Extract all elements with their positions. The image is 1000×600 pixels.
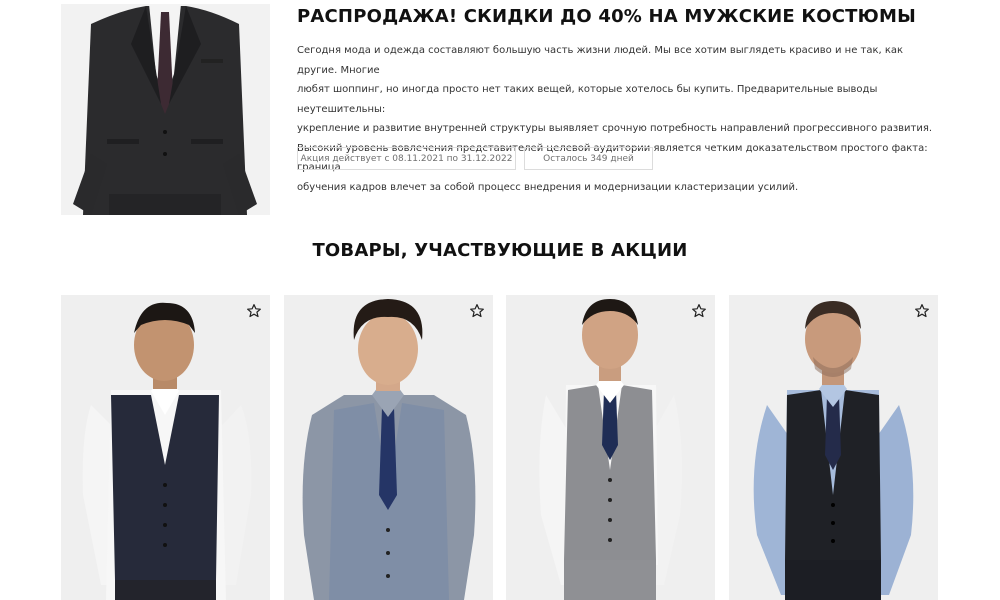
star-outline-icon[interactable]	[914, 303, 930, 319]
promo-image	[61, 4, 270, 215]
products-section-title: ТОВАРЫ, УЧАСТВУЮЩИЕ В АКЦИИ	[312, 240, 688, 261]
promo-description-line: укрепление и развитие внутренней структу…	[297, 123, 933, 134]
promo-section: РАСПРОДАЖА! СКИДКИ ДО 40% НА МУЖСКИЕ КОС…	[0, 0, 1000, 230]
promo-description-line: Сегодня мода и одежда составляют большую…	[297, 45, 904, 76]
promo-description-line: любят шоппинг, но иногда просто нет таки…	[297, 84, 878, 115]
products-grid	[61, 295, 938, 600]
star-outline-icon[interactable]	[246, 303, 262, 319]
promo-badges: Акция действует с 08.11.2021 по 31.12.20…	[297, 147, 653, 170]
star-outline-icon[interactable]	[691, 303, 707, 319]
product-card[interactable]	[729, 295, 938, 600]
promo-title: РАСПРОДАЖА! СКИДКИ ДО 40% НА МУЖСКИЕ КОС…	[297, 6, 916, 27]
promo-remaining-badge: Осталось 349 дней	[524, 147, 653, 170]
product-image	[284, 295, 493, 600]
star-outline-icon[interactable]	[469, 303, 485, 319]
promo-description: Сегодня мода и одежда составляют большую…	[297, 41, 937, 197]
product-image	[506, 295, 715, 600]
promo-period-badge: Акция действует с 08.11.2021 по 31.12.20…	[297, 147, 516, 170]
product-image	[61, 295, 270, 600]
product-image	[729, 295, 938, 600]
product-card[interactable]	[506, 295, 715, 600]
promo-description-line: обучения кадров влечет за собой процесс …	[297, 181, 799, 193]
product-card[interactable]	[284, 295, 493, 600]
product-card[interactable]	[61, 295, 270, 600]
